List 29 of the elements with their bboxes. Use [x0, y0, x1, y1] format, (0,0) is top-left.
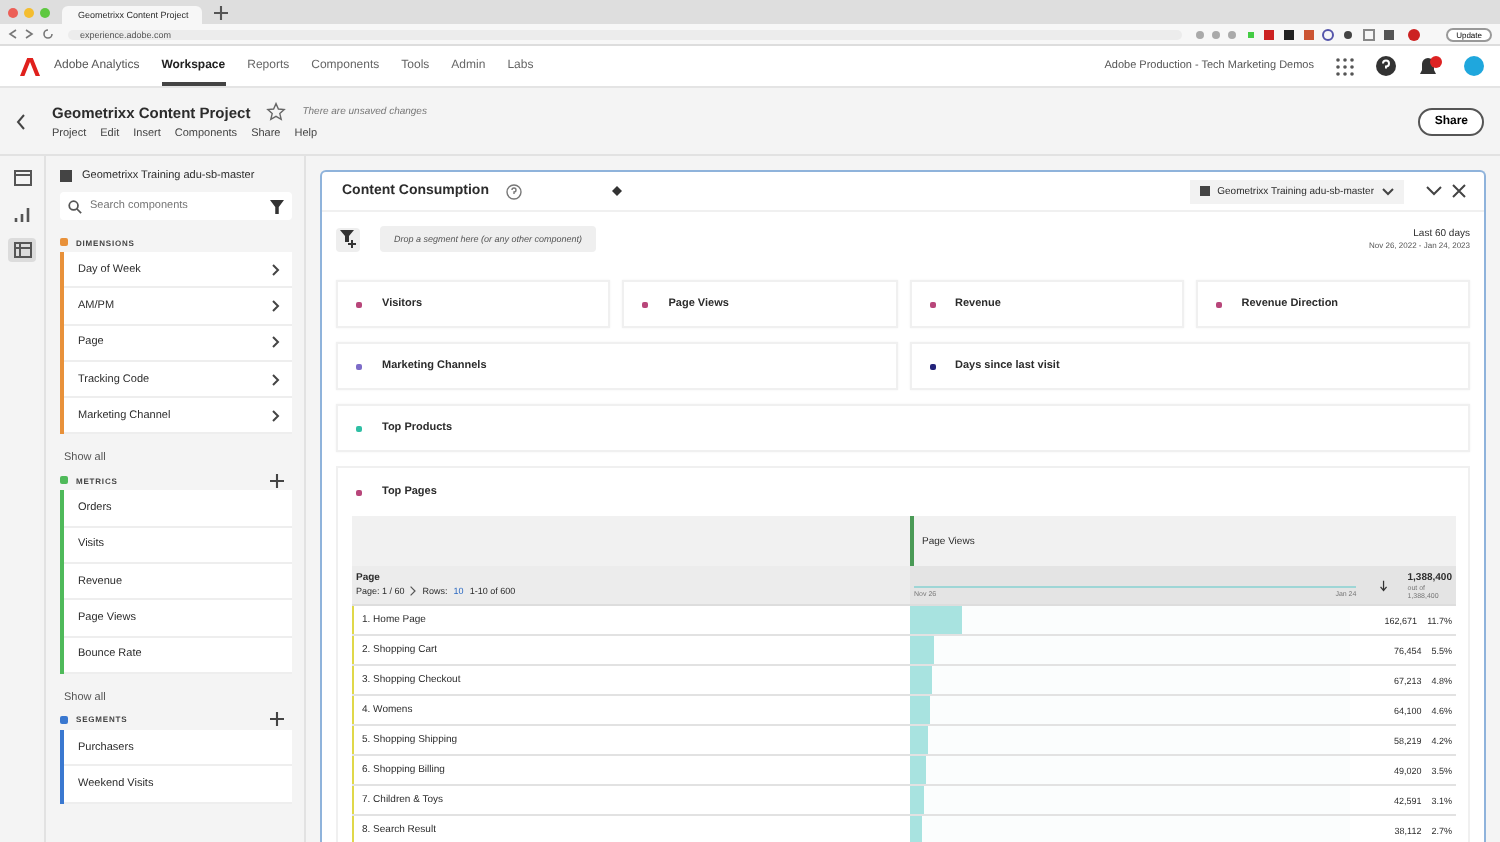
sort-arrow-icon[interactable]: [1380, 579, 1388, 591]
chevron-right-icon[interactable]: [272, 409, 280, 422]
browser-navigation-icon[interactable]: [8, 28, 56, 40]
add-icon[interactable]: [270, 712, 284, 727]
help-icon[interactable]: [1376, 56, 1396, 76]
add-icon[interactable]: [270, 473, 284, 488]
table-icon[interactable]: [8, 238, 36, 262]
adobe-logo-icon[interactable]: [20, 57, 40, 75]
filter-icon[interactable]: [270, 199, 284, 213]
close-icon[interactable]: [1452, 184, 1466, 198]
panel-icon[interactable]: [8, 166, 36, 190]
apps-grid-icon[interactable]: [1336, 57, 1354, 75]
cursor-icon: [611, 186, 621, 196]
next-page-icon[interactable]: [410, 586, 417, 596]
chevron-down-icon[interactable]: [1382, 187, 1394, 195]
collapse-chevron-icon[interactable]: [1426, 186, 1442, 196]
new-tab-icon[interactable]: [214, 5, 228, 19]
chevron-right-icon[interactable]: [272, 373, 280, 386]
notification-bell-icon[interactable]: [1418, 55, 1442, 77]
avatar[interactable]: [1464, 56, 1484, 76]
star-icon[interactable]: [266, 102, 287, 122]
report-suite-icon: [60, 170, 72, 182]
chevron-right-icon[interactable]: [272, 336, 280, 349]
segment-filter-button[interactable]: [336, 227, 360, 251]
chevron-right-icon[interactable]: [272, 299, 280, 312]
report-suite-icon: [1199, 186, 1210, 196]
back-chevron-icon[interactable]: [16, 113, 26, 129]
chevron-right-icon[interactable]: [272, 263, 280, 276]
search-icon[interactable]: [68, 199, 82, 213]
